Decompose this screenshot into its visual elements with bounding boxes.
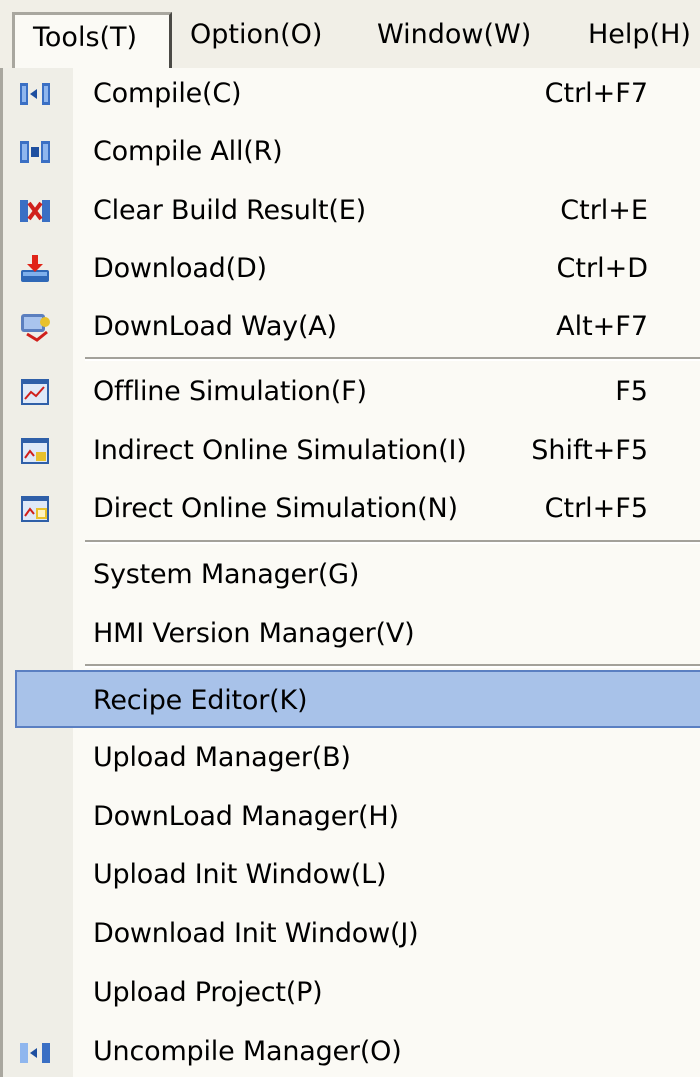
menu-item-label: HMI Version Manager(V) bbox=[93, 618, 415, 649]
menu-item-label: Compile(C) bbox=[93, 78, 242, 109]
menu-item-upload-project[interactable]: Upload Project(P) bbox=[3, 964, 700, 1022]
menu-item-shortcut: Shift+F5 bbox=[531, 435, 648, 466]
menu-item-label: Compile All(R) bbox=[93, 136, 283, 167]
menu-item-label: Download Init Window(J) bbox=[93, 918, 419, 949]
menu-item-download[interactable]: Download(D) Ctrl+D bbox=[3, 240, 700, 298]
menu-item-label: Upload Project(P) bbox=[93, 977, 323, 1008]
compile-icon bbox=[20, 83, 50, 105]
menu-help[interactable]: Help(H) bbox=[588, 12, 691, 68]
clear-build-icon bbox=[20, 200, 50, 222]
menu-window[interactable]: Window(W) bbox=[377, 12, 531, 68]
menu-item-shortcut: Ctrl+D bbox=[556, 253, 648, 284]
tools-dropdown: Compile(C) Ctrl+F7 Compile All(R) Clear … bbox=[0, 68, 700, 1077]
menu-item-label: DownLoad Manager(H) bbox=[93, 801, 399, 832]
menu-item-shortcut: Alt+F7 bbox=[556, 311, 648, 342]
menu-item-download-init-window[interactable]: Download Init Window(J) bbox=[3, 905, 700, 963]
menu-item-compile-all[interactable]: Compile All(R) bbox=[3, 123, 700, 181]
menu-item-label: Clear Build Result(E) bbox=[93, 195, 366, 226]
offline-simulation-icon bbox=[21, 379, 49, 405]
uncompile-icon bbox=[20, 1043, 50, 1063]
menu-item-label: Download(D) bbox=[93, 253, 267, 284]
menu-item-offline-simulation[interactable]: Offline Simulation(F) F5 bbox=[3, 363, 700, 421]
menu-item-label: Offline Simulation(F) bbox=[93, 376, 367, 407]
menu-item-label: Recipe Editor(K) bbox=[93, 685, 308, 716]
menu-item-hmi-version-manager[interactable]: HMI Version Manager(V) bbox=[3, 605, 700, 663]
compile-all-icon bbox=[20, 141, 50, 163]
menu-item-download-manager[interactable]: DownLoad Manager(H) bbox=[3, 788, 700, 846]
menu-separator bbox=[85, 664, 700, 668]
download-way-icon bbox=[21, 314, 50, 342]
menu-item-label: System Manager(G) bbox=[93, 559, 360, 590]
menu-item-label: Upload Init Window(L) bbox=[93, 859, 387, 890]
menu-item-shortcut: Ctrl+F5 bbox=[544, 493, 648, 524]
menu-item-indirect-online-simulation[interactable]: Indirect Online Simulation(I) Shift+F5 bbox=[3, 422, 700, 480]
menu-item-clear-build-result[interactable]: Clear Build Result(E) Ctrl+E bbox=[3, 182, 700, 240]
menu-item-label: Uncompile Manager(O) bbox=[93, 1036, 402, 1067]
menu-item-shortcut: Ctrl+E bbox=[560, 195, 648, 226]
menu-item-shortcut: Ctrl+F7 bbox=[544, 78, 648, 109]
menu-separator bbox=[85, 540, 700, 544]
menu-item-download-way[interactable]: DownLoad Way(A) Alt+F7 bbox=[3, 298, 700, 356]
menu-bar: Tools(T) Option(O) Window(W) Help(H) bbox=[0, 0, 700, 72]
menu-item-upload-init-window[interactable]: Upload Init Window(L) bbox=[3, 846, 700, 904]
menu-item-label: Upload Manager(B) bbox=[93, 742, 351, 773]
direct-online-simulation-icon bbox=[21, 496, 49, 522]
download-icon bbox=[21, 255, 49, 282]
menu-separator bbox=[85, 357, 700, 361]
indirect-online-simulation-icon bbox=[21, 438, 49, 464]
menu-item-direct-online-simulation[interactable]: Direct Online Simulation(N) Ctrl+F5 bbox=[3, 480, 700, 538]
menu-item-recipe-editor[interactable]: Recipe Editor(K) bbox=[15, 670, 700, 728]
menu-item-shortcut: F5 bbox=[615, 376, 648, 407]
menu-item-upload-manager[interactable]: Upload Manager(B) bbox=[3, 729, 700, 787]
menu-item-label: DownLoad Way(A) bbox=[93, 311, 337, 342]
menu-item-uncompile-manager[interactable]: Uncompile Manager(O) bbox=[3, 1023, 700, 1081]
menu-item-label: Direct Online Simulation(N) bbox=[93, 493, 458, 524]
menu-item-label: Indirect Online Simulation(I) bbox=[93, 435, 467, 466]
menu-item-system-manager[interactable]: System Manager(G) bbox=[3, 546, 700, 604]
menu-tools[interactable]: Tools(T) bbox=[12, 12, 172, 72]
menu-item-compile[interactable]: Compile(C) Ctrl+F7 bbox=[3, 65, 700, 123]
menu-option[interactable]: Option(O) bbox=[190, 12, 322, 68]
